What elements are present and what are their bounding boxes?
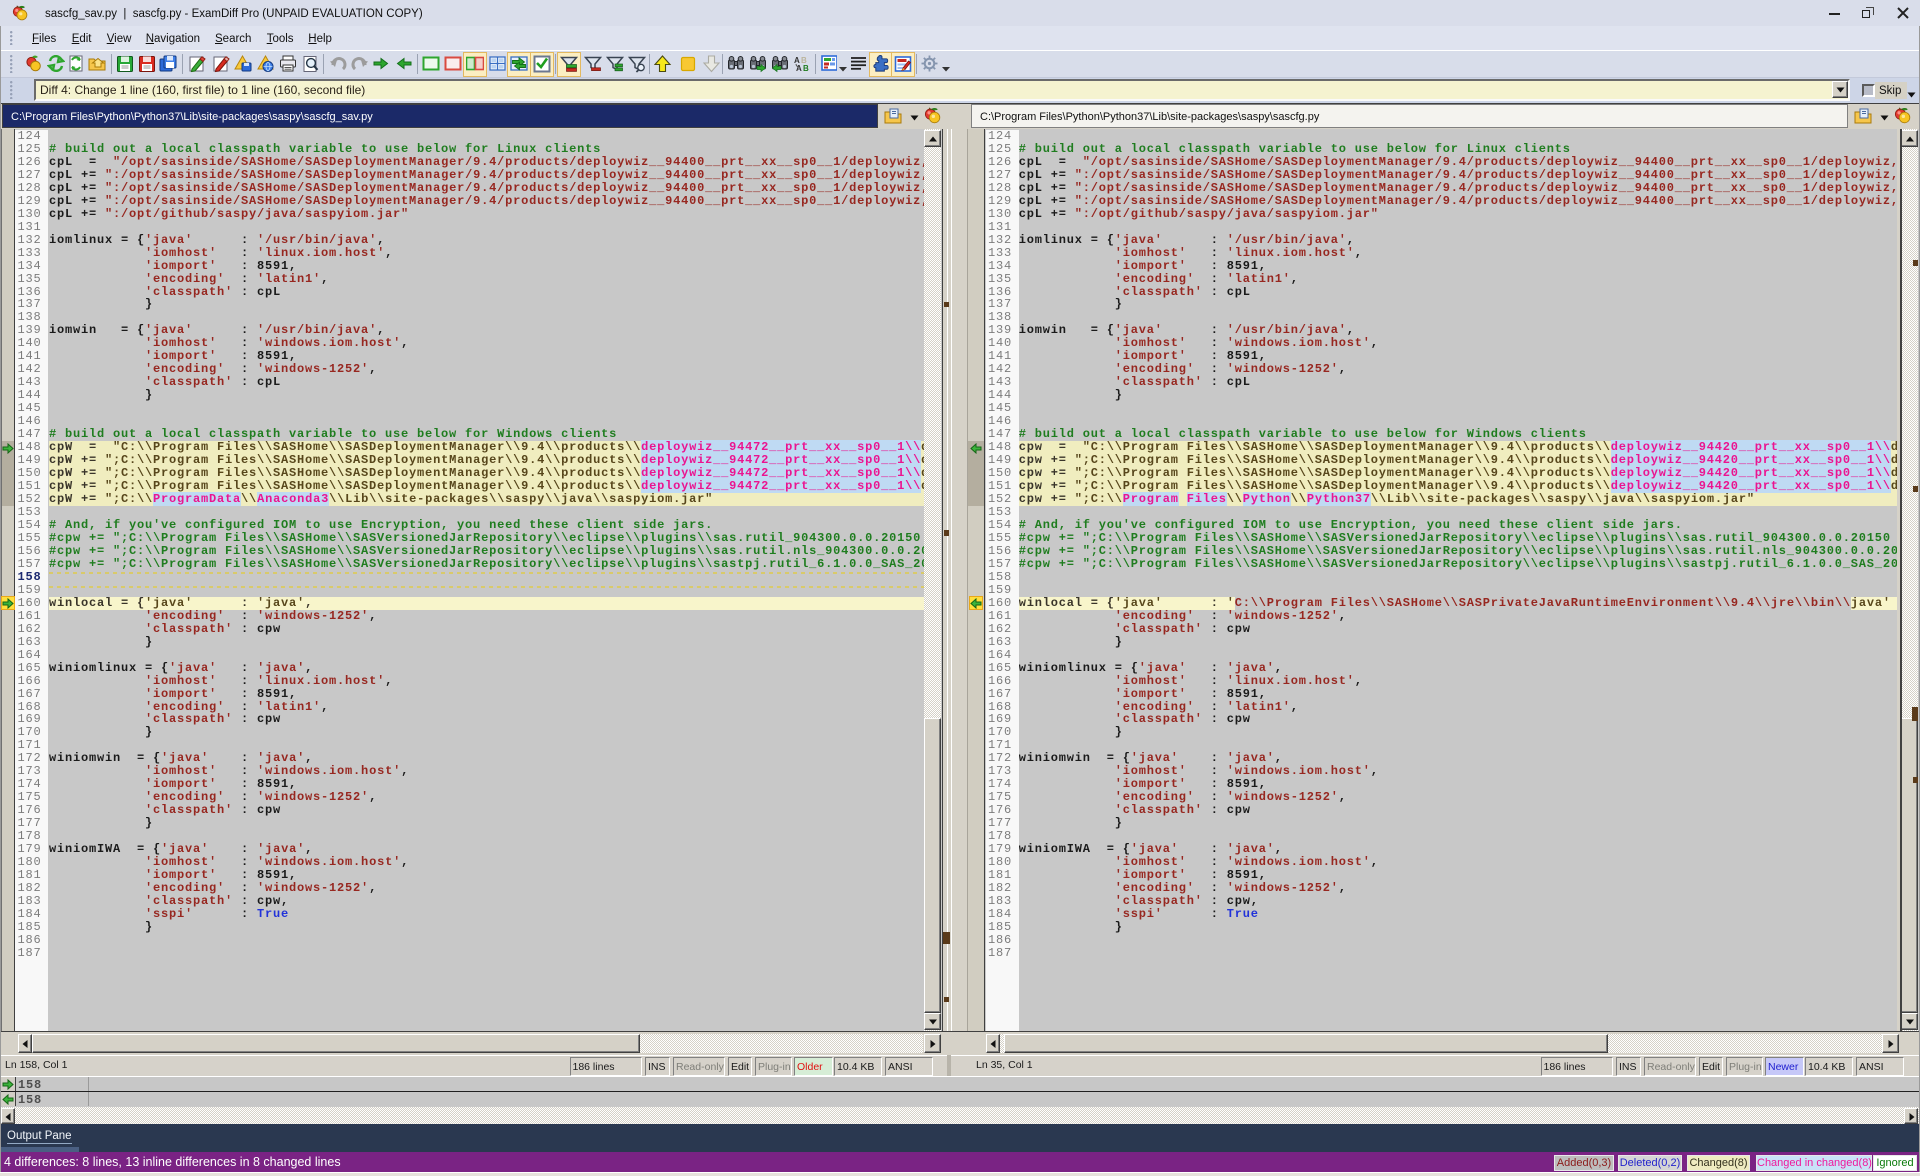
- svg-text:B: B: [803, 64, 809, 73]
